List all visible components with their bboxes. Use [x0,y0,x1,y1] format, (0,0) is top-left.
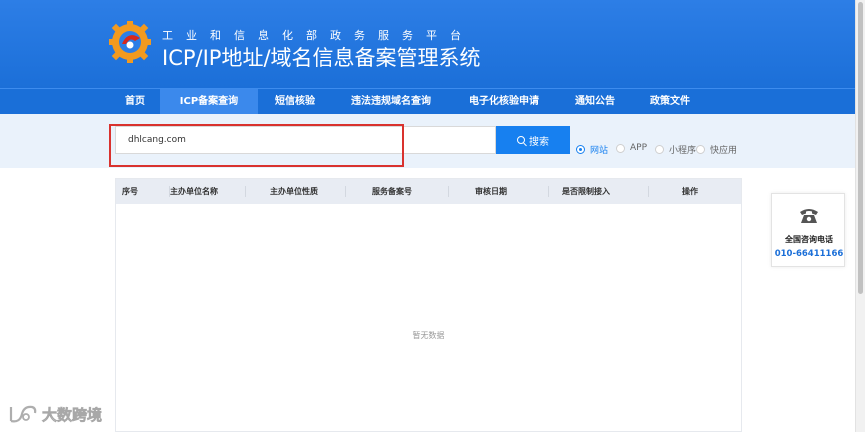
site-title: ICP/IP地址/域名信息备案管理系统 [162,46,481,70]
col-divider [245,186,246,197]
telephone-icon [800,209,818,223]
nav-illegal-domain-query[interactable]: 违法违规域名查询 [336,89,446,115]
col-review-date: 审核日期 [475,187,507,196]
nav-e-verify-apply[interactable]: 电子化核验申请 [456,89,552,115]
search-input[interactable] [115,126,496,154]
col-access-restricted: 是否限制接入 [562,187,610,196]
col-sponsor-type: 主办单位性质 [270,187,318,196]
search-area: 搜索 网站 APP 小程序 快应用 [0,114,855,168]
radio-dot [696,145,705,154]
empty-state: 暂无数据 [412,331,445,340]
nav-policy-docs[interactable]: 政策文件 [636,89,704,115]
col-index: 序号 [122,187,138,196]
col-divider [548,186,549,197]
col-record-number: 服务备案号 [372,187,412,196]
nav-notices[interactable]: 通知公告 [562,89,628,115]
radio-label: 网站 [590,146,609,156]
radio-dot [576,145,585,154]
radio-label: 快应用 [710,146,738,156]
radio-website[interactable]: 网站 [576,143,608,156]
radio-label: APP [630,143,648,153]
watermark-text: 大数跨境 [42,405,103,424]
radio-label: 小程序 [669,146,697,156]
radio-quick-app[interactable]: 快应用 [696,143,737,156]
search-icon [517,136,525,144]
col-actions: 操作 [682,187,698,196]
page-scrollbar[interactable] [855,0,865,432]
search-button[interactable]: 搜索 [496,126,570,154]
nav-sms-verify[interactable]: 短信核验 [262,89,328,115]
scrollbar-thumb[interactable] [858,2,863,294]
contact-phone: 010-66411166 [774,249,844,259]
site-header: 工业和信息化部政务服务平台 ICP/IP地址/域名信息备案管理系统 [0,0,855,88]
radio-app[interactable]: APP [616,143,647,153]
col-divider [448,186,449,197]
site-subtitle: 工业和信息化部政务服务平台 [162,29,474,42]
nav-icp-query[interactable]: ICP备案查询 [160,89,258,115]
main-nav: 首页 ICP备案查询 短信核验 违法违规域名查询 电子化核验申请 通知公告 政策… [0,88,855,115]
radio-dot [616,143,625,153]
watermark: 大数跨境 [8,402,118,426]
col-sponsor-name: 主办单位名称 [170,187,218,196]
miit-gear-logo-icon [109,21,151,63]
watermark-logo-icon [9,405,37,423]
search-button-label: 搜索 [529,136,549,148]
col-divider [345,186,346,197]
results-table: 序号 主办单位名称 主办单位性质 服务备案号 审核日期 是否限制接入 操作 暂无… [115,178,742,432]
table-header: 序号 主办单位名称 主办单位性质 服务备案号 审核日期 是否限制接入 操作 [116,179,741,204]
contact-card: 全国咨询电话 010-66411166 [771,193,845,267]
radio-dot [655,145,664,154]
contact-label: 全国咨询电话 [785,235,833,244]
col-divider [648,186,649,197]
nav-home[interactable]: 首页 [110,89,160,115]
radio-mini-program[interactable]: 小程序 [655,143,696,156]
